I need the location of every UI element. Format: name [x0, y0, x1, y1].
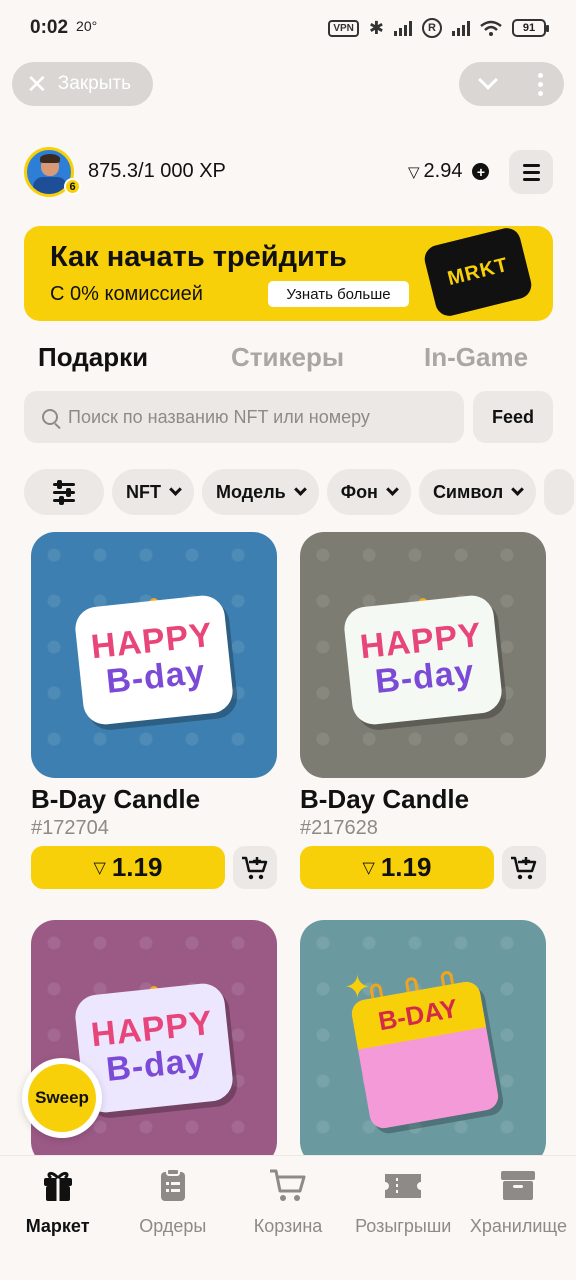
filter-background[interactable]: Фон: [326, 469, 411, 515]
nav-label: Маркет: [25, 1216, 90, 1236]
search-icon: [42, 409, 58, 425]
nav-cart[interactable]: Корзина: [230, 1156, 345, 1255]
gift-card[interactable]: HAPPY B-day B-Day Candle #172704 ▽ 1.19: [31, 532, 277, 889]
status-bar: 0:02 20° VPN ✱ R 91: [0, 0, 576, 56]
ton-icon: ▽: [93, 859, 106, 877]
cart-plus-icon: [242, 856, 268, 879]
nav-label: Розыгрыши: [355, 1216, 452, 1236]
vpn-icon: VPN: [328, 19, 359, 37]
ton-balance[interactable]: ▽ 2.94 +: [408, 160, 490, 183]
wifi-icon: [480, 20, 502, 36]
filter-symbol[interactable]: Символ: [418, 469, 537, 515]
hamburger-menu-button[interactable]: [509, 150, 553, 194]
nav-label: Корзина: [253, 1216, 323, 1236]
nav-label: Хранилище: [469, 1216, 568, 1236]
banner-subtitle: С 0% комиссией: [50, 283, 203, 305]
filter-model[interactable]: Модель: [202, 469, 319, 515]
add-to-cart-button[interactable]: [502, 846, 546, 889]
bottom-navigation: Маркет Ордеры Корзина Розыгрыши Хранилищ…: [0, 1155, 576, 1255]
cart-icon: [270, 1169, 306, 1201]
ton-icon: ▽: [408, 163, 420, 181]
nav-market[interactable]: Маркет: [0, 1156, 115, 1255]
xp-progress: 875.3/1 000 XP: [88, 160, 226, 182]
gift-number: #217628: [300, 817, 378, 839]
tab-in-game[interactable]: In-Game: [424, 342, 528, 373]
search-bar: [24, 391, 464, 443]
add-funds-icon[interactable]: +: [472, 163, 490, 180]
status-temperature: 20°: [76, 18, 98, 34]
category-tabs: Подарки Стикеры In-Game: [0, 336, 576, 380]
gift-card[interactable]: HAPPY B-day B-Day Candle #217628 ▽ 1.19: [300, 532, 546, 889]
gift-icon: [43, 1171, 72, 1201]
sliders-icon: [53, 479, 75, 505]
filter-nft[interactable]: NFT: [112, 469, 194, 515]
nav-orders[interactable]: Ордеры: [115, 1156, 230, 1255]
ton-icon: ▽: [362, 859, 375, 877]
archive-icon: [501, 1171, 536, 1200]
buy-price-button[interactable]: ▽ 1.19: [300, 846, 494, 889]
happy-bday-sticker: HAPPY B-day: [342, 593, 504, 727]
nav-storage[interactable]: Хранилище: [461, 1156, 576, 1255]
signal-icon: [394, 20, 412, 36]
more-vertical-icon[interactable]: [537, 72, 543, 96]
gift-name: B-Day Candle: [31, 784, 201, 814]
bday-calendar-sticker: B-DAY: [349, 970, 501, 1131]
bluetooth-icon: ✱: [368, 17, 384, 38]
chevron-down-icon: [511, 483, 525, 496]
status-time: 0:02: [30, 17, 69, 38]
filter-bar: NFT Модель Фон Символ: [24, 469, 575, 515]
close-label: Закрыть: [57, 73, 131, 94]
feed-button[interactable]: Feed: [473, 391, 553, 443]
gift-name: B-Day Candle: [300, 784, 470, 814]
clipboard-icon: [160, 1168, 185, 1201]
signal-2-icon: [452, 20, 470, 36]
sweep-button[interactable]: Sweep: [22, 1058, 102, 1138]
promo-banner[interactable]: Как начать трейдить С 0% комиссией Узнат…: [24, 226, 553, 321]
close-icon: ✕: [26, 69, 48, 99]
search-input[interactable]: [68, 406, 398, 428]
tab-gifts[interactable]: Подарки: [38, 342, 148, 373]
tab-stickers[interactable]: Стикеры: [231, 342, 344, 373]
roaming-icon: R: [422, 18, 442, 38]
add-to-cart-button[interactable]: [233, 846, 277, 889]
balance-value: 2.94: [423, 160, 463, 182]
gift-card[interactable]: ✦ B-DAY: [300, 920, 546, 1166]
chevron-down-icon: [293, 483, 307, 496]
chevron-down-icon: [169, 483, 182, 496]
ticket-icon: [385, 1174, 422, 1198]
mrkt-logo: MRKT: [421, 226, 535, 319]
cart-plus-icon: [511, 856, 537, 879]
banner-title: Как начать трейдить: [50, 241, 347, 273]
filter-more[interactable]: [544, 469, 575, 515]
miniapp-menu-button[interactable]: [459, 62, 564, 106]
happy-bday-sticker: HAPPY B-day: [73, 593, 235, 727]
battery-icon: 91: [512, 19, 549, 37]
chevron-down-icon: [386, 483, 399, 496]
sweep-label: Sweep: [28, 1064, 96, 1132]
filter-settings-button[interactable]: [24, 469, 104, 515]
learn-more-button[interactable]: Узнать больше: [268, 281, 409, 307]
gift-image[interactable]: ✦ B-DAY: [300, 920, 546, 1166]
chevron-down-icon[interactable]: [477, 70, 498, 90]
gift-image[interactable]: HAPPY B-day: [31, 532, 277, 778]
level-badge: 6: [64, 178, 81, 195]
nav-giveaways[interactable]: Розыгрыши: [346, 1156, 461, 1255]
system-home-bar: [0, 1255, 576, 1280]
buy-price-button[interactable]: ▽ 1.19: [31, 846, 225, 889]
close-button[interactable]: ✕ Закрыть: [12, 62, 153, 106]
gift-image[interactable]: HAPPY B-day: [300, 532, 546, 778]
nav-label: Ордеры: [139, 1216, 207, 1236]
gift-number: #172704: [31, 817, 109, 839]
